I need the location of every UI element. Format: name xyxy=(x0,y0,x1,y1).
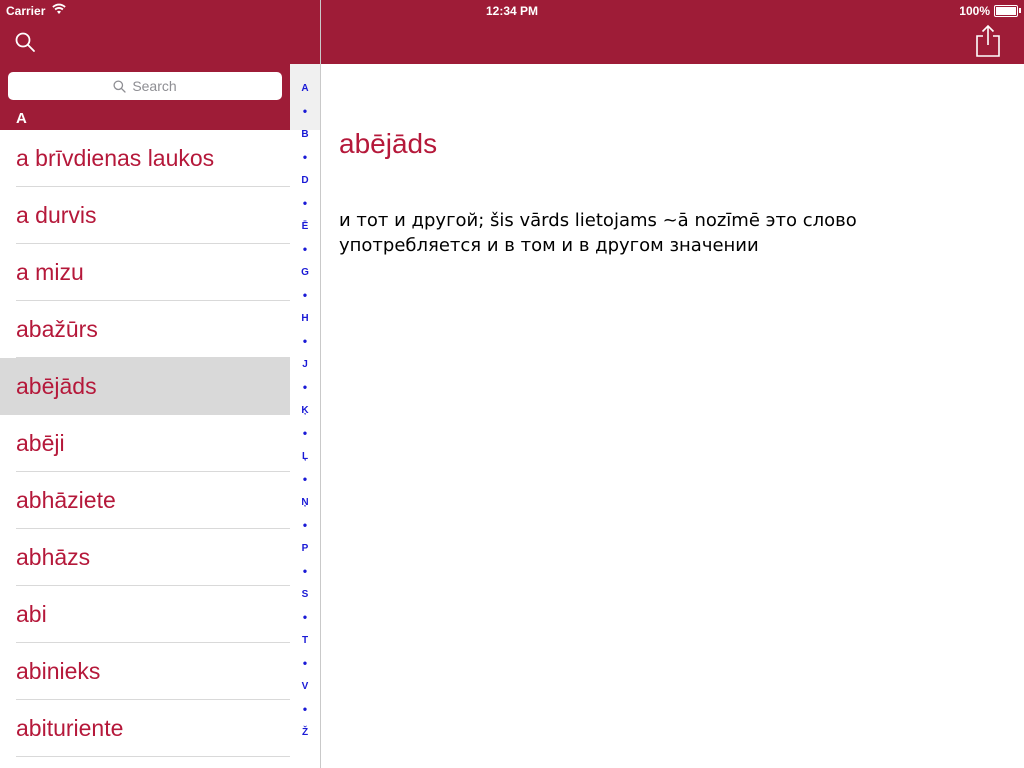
index-letter[interactable]: Ļ xyxy=(290,451,320,462)
index-separator-dot[interactable]: • xyxy=(290,196,320,210)
search-icon[interactable] xyxy=(14,31,36,53)
word-row[interactable]: abinieks xyxy=(0,643,290,700)
clock: 12:34 PM xyxy=(485,4,539,18)
index-letter[interactable]: J xyxy=(290,359,320,370)
index-separator-dot[interactable]: • xyxy=(290,288,320,302)
index-separator-dot[interactable]: • xyxy=(290,518,320,532)
word-row[interactable]: abažūrs xyxy=(0,301,290,358)
battery-cap xyxy=(1019,8,1021,13)
word-row[interactable]: abēji xyxy=(0,415,290,472)
word-row[interactable]: abhāziete xyxy=(0,472,290,529)
word-row[interactable]: a mizu xyxy=(0,244,290,301)
index-separator-dot[interactable]: • xyxy=(290,610,320,624)
index-highlight xyxy=(290,64,320,130)
index-separator-dot[interactable]: • xyxy=(290,334,320,348)
index-letter[interactable]: V xyxy=(290,681,320,692)
index-letter[interactable]: Ē xyxy=(290,221,320,232)
battery-percent: 100% xyxy=(959,4,990,18)
battery-icon xyxy=(994,5,1018,17)
word-row[interactable]: a durvis xyxy=(0,187,290,244)
word-row[interactable]: abhāzs xyxy=(0,529,290,586)
index-letter[interactable]: H xyxy=(290,313,320,324)
status-bar: Carrier 12:34 PM 100% xyxy=(0,0,1024,20)
magnifier-icon xyxy=(113,79,126,93)
index-letter[interactable]: D xyxy=(290,175,320,186)
index-separator-dot[interactable]: • xyxy=(290,702,320,716)
index-letter[interactable]: Ķ xyxy=(290,405,320,416)
word-row[interactable]: abējāds xyxy=(0,358,290,415)
index-separator-dot[interactable]: • xyxy=(290,656,320,670)
index-separator-dot[interactable]: • xyxy=(290,150,320,164)
alphabet-index[interactable]: A • B • D • Ē • G • H • J • Ķ • Ļ • Ņ • P • S • T • V • Ž xyxy=(290,64,320,768)
search-bar: Search xyxy=(0,64,290,108)
index-letter[interactable]: P xyxy=(290,543,320,554)
search-input[interactable]: Search xyxy=(8,72,282,100)
word-row[interactable]: a brīvdienas laukos xyxy=(0,130,290,187)
word-row[interactable]: abi xyxy=(0,586,290,643)
search-placeholder: Search xyxy=(132,78,177,94)
index-letter[interactable]: Ņ xyxy=(290,497,320,508)
share-icon[interactable] xyxy=(974,24,1002,58)
index-separator-dot[interactable]: • xyxy=(290,426,320,440)
section-header: A xyxy=(0,108,290,130)
index-separator-dot[interactable]: • xyxy=(290,380,320,394)
index-separator-dot[interactable]: • xyxy=(290,564,320,578)
index-letter[interactable]: B xyxy=(290,129,320,140)
entry-title: abējāds xyxy=(339,128,438,159)
index-separator-dot[interactable]: • xyxy=(290,242,320,256)
index-letter[interactable]: T xyxy=(290,635,320,646)
index-letter[interactable]: Ž xyxy=(290,727,320,738)
entry-definition: и тот и другой; šis vārds lietojams ~ā n… xyxy=(339,210,857,256)
word-list: a brīvdienas laukos a durvis a mizu abažūrs… xyxy=(0,130,290,757)
index-separator-dot[interactable]: • xyxy=(290,472,320,486)
split-divider xyxy=(320,0,321,768)
index-letter[interactable]: A xyxy=(290,83,320,94)
index-separator-dot[interactable]: • xyxy=(290,104,320,118)
word-row[interactable]: abituriente xyxy=(0,700,290,757)
index-letter[interactable]: S xyxy=(290,589,320,600)
index-letter[interactable]: G xyxy=(290,267,320,278)
